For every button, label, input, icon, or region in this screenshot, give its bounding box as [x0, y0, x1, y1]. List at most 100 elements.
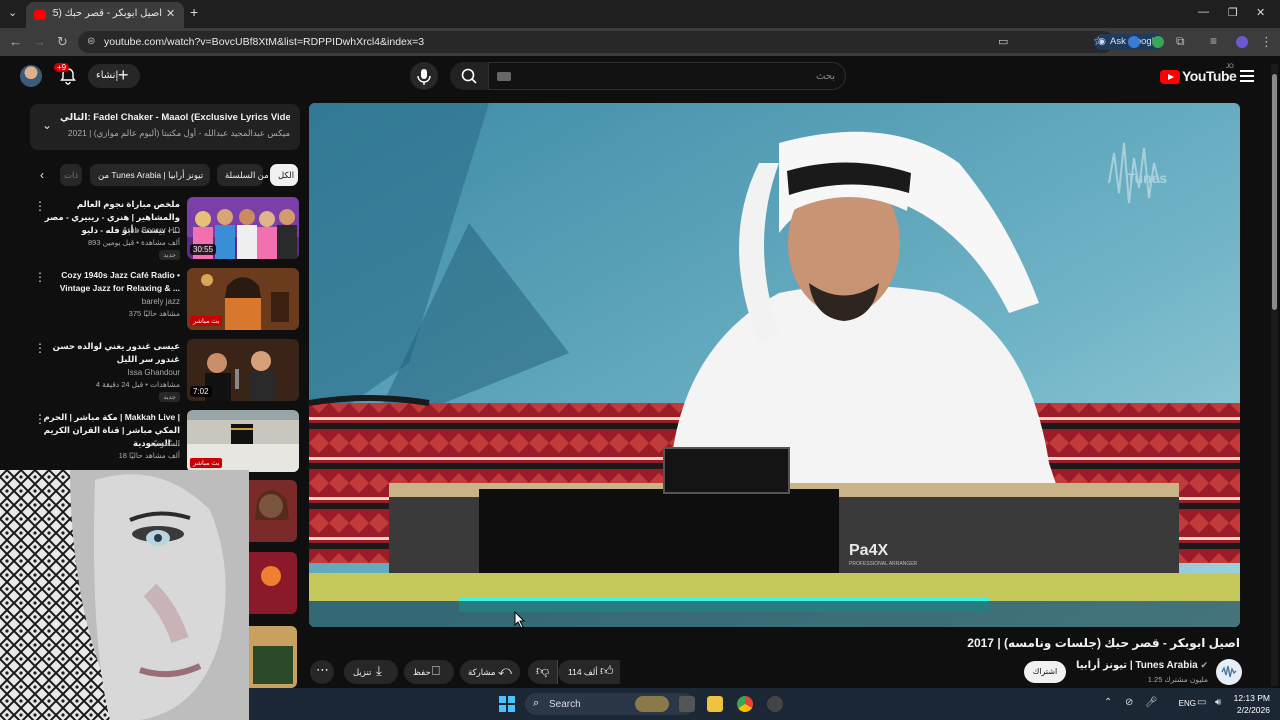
list-item[interactable]: ⋮ مكة مباشر | الحرم | Makkah Live | المك…: [30, 410, 300, 476]
reading-list-icon[interactable]: ≡: [1210, 34, 1217, 48]
volume-icon[interactable]: 🔊︎: [1215, 697, 1221, 708]
subscribe-button[interactable]: اشتراك: [1024, 661, 1066, 683]
chip-series[interactable]: من السلسلة: [217, 164, 269, 186]
item-channel: Issa Ghandour: [127, 368, 180, 377]
video-player[interactable]: Pa4X PROFESSIONAL ARRANGER Tunes: [309, 103, 1240, 627]
new-badge: جديد: [159, 250, 180, 260]
reload-icon[interactable]: ↻: [57, 34, 68, 50]
app-taskbar-icon[interactable]: [767, 696, 783, 712]
playlist-panel-header[interactable]: ⌄ التالي: Fadel Chaker - Maaol (Exclusiv…: [30, 104, 300, 150]
watermark-text: Tunes: [1127, 170, 1167, 186]
video-thumbnail[interactable]: [249, 552, 297, 614]
video-thumbnail[interactable]: [249, 480, 297, 542]
scrollbar-thumb[interactable]: [1272, 74, 1277, 310]
item-channel: السّعوديّة: [150, 439, 180, 448]
item-title: Cozy 1940s Jazz Café Radio • Vintage Jaz…: [59, 270, 180, 293]
video-thumbnail[interactable]: 7:02: [187, 339, 299, 401]
share-label: مشاركة: [468, 667, 496, 677]
keyboard-subtitle: PROFESSIONAL ARRANGER: [849, 561, 918, 567]
search-icon: ⌕: [533, 697, 540, 709]
address-bar[interactable]: ⊜ youtube.com/watch?v=BovcUBf8XtM&list=R…: [78, 31, 1164, 53]
new-badge: جديد: [159, 392, 180, 402]
list-item[interactable]: ⋮ ملخص مباراة نجوم العالم والمشاهير | هن…: [30, 197, 300, 263]
network-off-icon[interactable]: ⊘: [1125, 697, 1133, 708]
input-language[interactable]: ENG: [1179, 699, 1196, 708]
search-button[interactable]: [450, 62, 488, 90]
item-title: عيسى غندور يغني لوالده حسن غندور سر اللي…: [52, 341, 180, 364]
save-label: حفظ: [413, 667, 431, 677]
bookmark-icon: ⎕: [432, 663, 440, 678]
like-button[interactable]: 114 ألف 👍︎: [558, 660, 620, 684]
subscriber-count: 1.25 مليون مشترك: [1147, 675, 1208, 684]
verified-check-icon: ✔: [1200, 660, 1208, 670]
up-next-title: التالي: Fadel Chaker - Maaol (Exclusive …: [60, 112, 290, 123]
cast-icon[interactable]: ▭: [998, 35, 1008, 48]
duration-label: 30:55: [190, 244, 217, 255]
create-button[interactable]: إنشاء +: [88, 64, 140, 88]
wifi-icon[interactable]: ▭: [1197, 697, 1206, 708]
voice-search-mic-icon[interactable]: [410, 62, 438, 90]
minimize-button[interactable]: —: [1198, 6, 1209, 18]
download-button[interactable]: تنزيل ⤓: [344, 660, 398, 684]
notifications-bell-icon[interactable]: +9: [54, 63, 78, 86]
forward-icon[interactable]: →: [33, 34, 46, 49]
microphone-icon[interactable]: 🎤︎: [1145, 697, 1158, 708]
extension-green-icon[interactable]: [1152, 36, 1164, 48]
save-button[interactable]: حفظ ⎕: [404, 660, 454, 684]
back-icon[interactable]: ←: [9, 34, 22, 49]
profile-icon[interactable]: [1236, 36, 1248, 48]
chip-all[interactable]: الكل: [270, 164, 298, 186]
task-view-icon[interactable]: [679, 696, 695, 712]
tab-close-icon[interactable]: ✕: [166, 7, 175, 20]
site-info-icon[interactable]: ⊜: [87, 36, 95, 47]
video-thumbnail[interactable]: بث مباشر: [187, 410, 299, 472]
chrome-menu-icon[interactable]: ⋮: [1260, 34, 1273, 50]
video-thumbnail[interactable]: 30:55: [187, 197, 299, 259]
taskbar-search-box[interactable]: ⌕ Search: [525, 693, 695, 715]
chip-channel[interactable]: من Tunes Arabia | تيونز أرابيا: [90, 164, 210, 186]
browser-tab-active[interactable]: اصيل ابوبكر - قصر حبك (25) ✕: [26, 2, 184, 28]
dislike-button[interactable]: 👎︎: [528, 660, 558, 684]
tray-overflow-chevron-icon[interactable]: ⌃: [1104, 697, 1112, 708]
video-thumbnail[interactable]: بث مباشر: [187, 268, 299, 330]
tab-title: اصيل ابوبكر - قصر حبك (25): [52, 8, 162, 19]
youtube-header: +9 إنشاء + بحث YouTube JO: [0, 56, 1280, 98]
search-input[interactable]: بحث: [488, 62, 846, 90]
extension-vpn-icon[interactable]: [1128, 36, 1140, 48]
youtube-logo-text: YouTube: [1182, 68, 1237, 84]
channel-name[interactable]: تيونز أرابيا | Tunes Arabia ✔: [1076, 660, 1208, 671]
restore-button[interactable]: ❐: [1228, 6, 1238, 19]
share-arrow-icon: ⤺: [498, 663, 512, 678]
channel-name-text: تيونز أرابيا | Tunes Arabia: [1076, 660, 1198, 671]
bookmark-star-icon[interactable]: ☆: [1093, 34, 1104, 48]
file-explorer-icon[interactable]: [707, 696, 723, 712]
close-window-button[interactable]: ✕: [1256, 6, 1265, 19]
new-tab-button[interactable]: +: [190, 4, 198, 20]
taskbar-clock[interactable]: 12:13 PM 2/2/2026: [1234, 692, 1270, 716]
browser-toolbar: ← → ↻ ⊜ youtube.com/watch?v=BovcUBf8XtM&…: [0, 28, 1280, 56]
page-scrollbar[interactable]: [1271, 64, 1278, 686]
more-actions-button[interactable]: ⋯: [310, 660, 334, 684]
search-placeholder: بحث: [815, 71, 835, 82]
tab-search-icon[interactable]: ⌄: [8, 6, 17, 19]
extensions-puzzle-icon[interactable]: ⧉: [1176, 34, 1185, 49]
chrome-taskbar-icon[interactable]: [737, 696, 753, 712]
list-item[interactable]: ⋮ Cozy 1940s Jazz Café Radio • Vintage J…: [30, 268, 300, 334]
hamburger-menu-icon[interactable]: [1240, 70, 1254, 82]
keyboard-icon[interactable]: [497, 72, 511, 81]
chip-partial[interactable]: ذات: [60, 164, 82, 186]
share-button[interactable]: مشاركة ⤺: [460, 660, 520, 684]
channel-avatar[interactable]: [1216, 659, 1242, 685]
youtube-play-icon: [1160, 70, 1180, 84]
chevron-down-icon[interactable]: ⌄: [42, 118, 52, 132]
list-item[interactable]: ⋮ عيسى غندور يغني لوالده حسن غندور سر ال…: [30, 339, 300, 405]
video-title: اصيل ابوبكر - قصر حبك (جلسات ونامسه) | 2…: [967, 636, 1240, 650]
thumbs-down-icon: 👎︎: [536, 663, 550, 678]
create-label: إنشاء: [96, 70, 119, 81]
video-thumbnail[interactable]: [249, 626, 297, 688]
account-avatar[interactable]: [20, 65, 42, 87]
windows-start-icon[interactable]: [499, 696, 515, 712]
filter-chips: ‹ ذات من Tunes Arabia | تيونز أرابيا من …: [30, 164, 300, 186]
chevron-left-icon[interactable]: ‹: [40, 168, 44, 182]
plus-icon: +: [118, 65, 129, 85]
